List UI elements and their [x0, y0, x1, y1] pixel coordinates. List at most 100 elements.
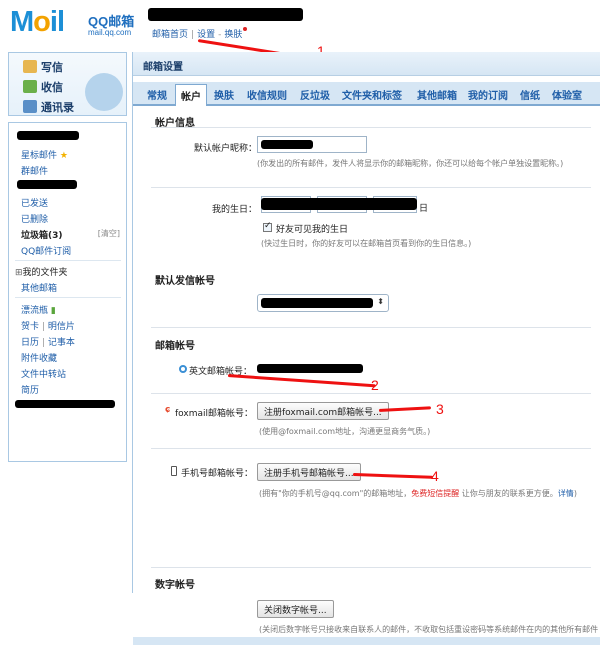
section-mail-accounts: 邮箱帐号 — [155, 341, 195, 352]
annotation-line-2 — [227, 374, 376, 388]
bottle-icon: ▮ — [50, 306, 56, 316]
expand-icon: ⊞ — [15, 268, 23, 278]
redacted-drafts — [17, 180, 77, 189]
annotation-3: 3 — [436, 401, 444, 417]
foxmail-icon: ɕ — [165, 405, 171, 415]
tab-stationery[interactable]: 信纸 — [520, 87, 540, 102]
divider — [151, 327, 591, 328]
settings-panel: 邮箱设置 常规 帐户 换肤 收信规则 反垃圾 文件夹和标签 其他邮箱 我的订阅 … — [132, 52, 600, 645]
postcard-link[interactable]: 明信片 — [48, 322, 75, 332]
dropdown-arrow-icon: ⬍ — [377, 297, 384, 306]
star-icon: ★ — [59, 151, 68, 161]
file-transfer-link[interactable]: 文件中转站 — [21, 367, 66, 380]
calendar-link[interactable]: 日历 — [21, 338, 39, 348]
birthday-label: 我的生日： — [211, 205, 257, 215]
sms-reminder-text: 免费短信提醒 — [411, 489, 460, 498]
details-link[interactable]: 详情 — [558, 489, 574, 498]
pen-icon — [23, 60, 37, 73]
attachments-link[interactable]: 附件收藏 — [21, 351, 57, 364]
divider — [151, 127, 591, 128]
calendar-links: 日历 | 记事本 — [21, 338, 75, 348]
divider — [151, 448, 591, 449]
divider — [151, 393, 591, 394]
tab-receive-rules[interactable]: 收信规则 — [247, 87, 287, 102]
settings-tabs: 常规 帐户 换肤 收信规则 反垃圾 文件夹和标签 其他邮箱 我的订阅 信纸 体验… — [133, 82, 600, 106]
tab-other-mailboxes[interactable]: 其他邮箱 — [417, 87, 457, 102]
annotation-2: 2 — [371, 377, 379, 393]
folder-other-accounts[interactable]: 其他邮箱 — [21, 281, 57, 294]
section-digital-account: 数字帐号 — [155, 580, 195, 591]
folder-list: 星标邮件 ★ 群邮件 已发送 已删除 垃圾箱(3) [清空] QQ邮件订阅 ⊞我… — [8, 122, 127, 462]
tab-general[interactable]: 常规 — [147, 87, 167, 102]
tab-account[interactable]: 帐户 — [175, 84, 207, 106]
phone-account-label: 手机号邮箱帐号： — [181, 469, 254, 479]
drift-bottle-link[interactable]: 漂流瓶 ▮ — [21, 303, 56, 316]
redacted-item — [15, 400, 115, 408]
my-folders-toggle[interactable]: ⊞我的文件夹 — [15, 265, 68, 278]
birthday-visible-checkbox[interactable]: ✓ — [263, 221, 272, 232]
birthday-checkbox-label: 好友可见我的生日 — [276, 225, 349, 235]
redacted-inbox — [17, 131, 79, 140]
cards-links: 贺卡 | 明信片 — [21, 322, 75, 332]
link-mail-home[interactable]: 邮箱首页 — [152, 30, 188, 40]
bottom-bar — [133, 637, 600, 645]
nickname-hint: (你发出的所有邮件，发件人将显示你的邮箱昵称，你还可以给每个帐户单独设置昵称。) — [257, 159, 564, 168]
register-phone-button[interactable]: 注册手机号邮箱帐号... — [257, 463, 361, 481]
phone-hint: (拥有"你的手机号@qq.com"的邮箱地址，免费短信提醒 让你与朋友的联系更方… — [259, 489, 577, 498]
divider — [15, 260, 121, 261]
notes-link[interactable]: 记事本 — [48, 338, 75, 348]
new-dot-icon — [243, 27, 248, 31]
day-suffix: 日 — [419, 204, 429, 214]
compose-button[interactable]: 写信 — [23, 59, 63, 75]
folder-group[interactable]: 群邮件 — [21, 164, 48, 177]
annotation-4: 4 — [431, 468, 439, 484]
settings-titlebar: 邮箱设置 — [133, 52, 600, 76]
tab-lab[interactable]: 体验室 — [552, 87, 582, 102]
contacts-icon — [23, 100, 37, 113]
left-sidebar: 写信 收信 通讯录 星标邮件 ★ 群邮件 已发送 已删除 垃圾箱(3) [清空]… — [8, 52, 128, 593]
folder-starred[interactable]: 星标邮件 ★ — [21, 148, 68, 161]
close-digital-account-button[interactable]: 关闭数字帐号... — [257, 600, 334, 618]
qq-account-icon — [179, 365, 187, 373]
clear-spam-button[interactable]: [清空] — [98, 228, 120, 239]
logo-domain: mail.qq.com — [88, 28, 132, 37]
digital-account-hint: (关闭后数字帐号只接收来自联系人的邮件，不收取包括重设密码等系统邮件在内的其他所… — [259, 625, 599, 634]
foxmail-hint: (使用@foxmail.com地址，沟通更显商务气质。) — [259, 427, 431, 436]
birthday-hint: (快过生日时，你的好友可以在邮箱首页看到你的生日信息。) — [261, 239, 472, 248]
divider — [151, 187, 591, 188]
quick-actions: 写信 收信 通讯录 — [8, 52, 127, 116]
contacts-button[interactable]: 通讯录 — [23, 99, 74, 115]
tab-skin[interactable]: 换肤 — [214, 87, 234, 102]
receive-button[interactable]: 收信 — [23, 79, 63, 95]
phone-icon — [171, 466, 177, 476]
tab-subscriptions[interactable]: 我的订阅 — [468, 87, 508, 102]
divider — [15, 297, 121, 298]
link-skin[interactable]: 换肤 — [224, 30, 242, 40]
inbox-icon — [23, 80, 37, 93]
qq-mail-logo[interactable]: Moil QQ邮箱 mail.qq.com — [10, 6, 134, 39]
page-title: 邮箱设置 — [143, 62, 183, 73]
folder-subscriptions[interactable]: QQ邮件订阅 — [21, 244, 71, 257]
penguin-mascot-icon — [85, 73, 123, 111]
logo-wordmark: Moil — [10, 6, 65, 38]
tab-folders-labels[interactable]: 文件夹和标签 — [342, 87, 402, 102]
redacted-nickname — [261, 140, 313, 149]
resume-link[interactable]: 简历 — [21, 383, 39, 396]
foxmail-account-label: foxmail邮箱帐号： — [175, 409, 254, 419]
folder-spam[interactable]: 垃圾箱(3) — [21, 228, 63, 241]
folder-sent[interactable]: 已发送 — [21, 196, 48, 209]
register-foxmail-button[interactable]: 注册foxmail.com邮箱帐号... — [257, 402, 389, 420]
header: Moil QQ邮箱 mail.qq.com 邮箱首页 | 设置 - 换肤 1 — [0, 0, 600, 62]
nickname-label: 默认帐户昵称： — [193, 144, 257, 154]
section-default-sender: 默认发信帐号 — [155, 276, 215, 287]
redacted-sender — [261, 298, 373, 308]
divider — [151, 567, 591, 568]
tab-anti-spam[interactable]: 反垃圾 — [300, 87, 330, 102]
redacted-english-account — [257, 364, 363, 373]
cards-link[interactable]: 贺卡 — [21, 322, 39, 332]
folder-deleted[interactable]: 已删除 — [21, 212, 48, 225]
redacted-username — [148, 8, 303, 21]
annotation-line-4 — [352, 473, 434, 479]
redacted-birthday — [261, 198, 417, 210]
top-links: 邮箱首页 | 设置 - 换肤 — [152, 27, 248, 40]
